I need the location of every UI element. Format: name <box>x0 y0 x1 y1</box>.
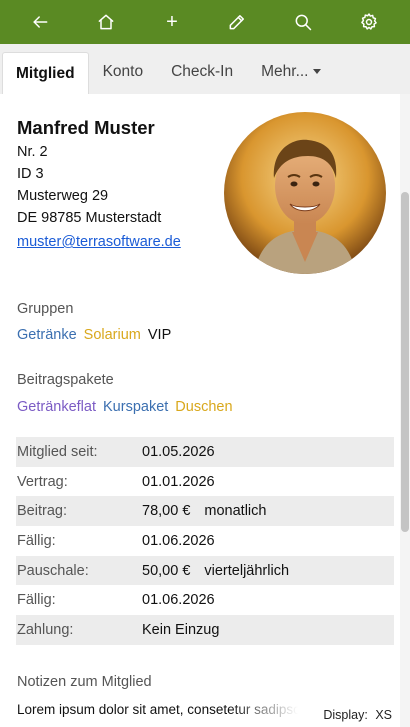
member-avatar <box>224 112 386 274</box>
detail-row: Pauschale: 50,00 € vierteljährlich <box>16 555 394 586</box>
detail-row: Zahlung: Kein Einzug <box>16 615 394 645</box>
package-tag[interactable]: Kurspaket <box>103 399 168 415</box>
detail-interval: monatlich <box>204 503 267 520</box>
tab-label: Konto <box>102 62 144 80</box>
tab-label: Mehr... <box>261 62 309 80</box>
packages-list: Getränkeflat Kurspaket Duschen <box>17 399 233 415</box>
member-detail-panel: Manfred Muster Nr. 2 ID 3 Musterweg 29 D… <box>0 94 400 727</box>
detail-label: Zahlung: <box>17 621 74 638</box>
package-tag[interactable]: Duschen <box>175 399 232 415</box>
detail-label: Vertrag: <box>17 473 68 490</box>
group-tag[interactable]: Getränke <box>17 327 77 343</box>
tab-konto[interactable]: Konto <box>89 52 158 90</box>
detail-label: Beitrag: <box>17 503 67 520</box>
member-street: Musterweg 29 <box>17 188 109 204</box>
group-tag[interactable]: VIP <box>148 327 171 343</box>
settings-gear-icon <box>361 13 377 30</box>
edit-pencil-icon <box>229 15 244 30</box>
detail-row: Beitrag: 78,00 € monatlich <box>16 496 394 527</box>
member-id: ID 3 <box>17 166 44 182</box>
search-icon <box>295 14 312 31</box>
back-arrow-icon <box>33 16 48 28</box>
caret-down-icon <box>312 69 321 74</box>
tab-bar: Mitglied Konto Check-In Mehr... <box>2 52 335 94</box>
tab-check-in[interactable]: Check-In <box>157 52 247 90</box>
display-size-indicator: Display: XS <box>317 707 400 723</box>
member-number: Nr. 2 <box>17 144 48 160</box>
detail-row: Fällig: 01.06.2026 <box>16 526 394 556</box>
search-button[interactable] <box>286 6 320 38</box>
detail-value: 01.01.2026 <box>142 473 215 490</box>
display-value: XS <box>375 708 392 722</box>
tab-label: Mitglied <box>16 64 75 82</box>
detail-row: Vertrag: 01.01.2026 <box>16 467 394 497</box>
packages-title: Beitragspakete <box>17 372 114 388</box>
settings-button[interactable] <box>352 6 386 38</box>
detail-label: Mitglied seit: <box>17 443 98 460</box>
vertical-scrollbar[interactable] <box>400 94 410 727</box>
groups-list: Getränke Solarium VIP <box>17 327 171 343</box>
detail-label: Fällig: <box>17 532 56 549</box>
detail-value: 01.06.2026 <box>142 532 215 549</box>
detail-value: 50,00 € <box>142 562 191 579</box>
detail-label: Fällig: <box>17 592 56 609</box>
member-name: Manfred Muster <box>17 117 155 138</box>
detail-value: 01.06.2026 <box>142 592 215 609</box>
groups-title: Gruppen <box>17 301 74 317</box>
notes-title: Notizen zum Mitglied <box>17 674 152 690</box>
tab-label: Check-In <box>171 62 234 80</box>
tab-mehr-dropdown[interactable]: Mehr... <box>247 52 334 90</box>
detail-value: 78,00 € <box>142 503 191 520</box>
scrollbar-thumb[interactable] <box>401 192 409 532</box>
detail-value: 01.05.2026 <box>142 443 215 460</box>
home-icon <box>98 14 114 30</box>
detail-value: Kein Einzug <box>142 621 220 638</box>
back-button[interactable] <box>23 6 57 38</box>
home-button[interactable] <box>89 6 123 38</box>
member-details-table: Mitglied seit: 01.05.2026 Vertrag: 01.01… <box>16 437 394 645</box>
member-email-link[interactable]: muster@terrasoftware.de <box>17 234 181 250</box>
detail-row: Mitglied seit: 01.05.2026 <box>16 437 394 467</box>
tab-mitglied[interactable]: Mitglied <box>2 52 89 94</box>
package-tag[interactable]: Getränkeflat <box>17 399 96 415</box>
detail-row: Fällig: 01.06.2026 <box>16 585 394 615</box>
member-city: DE 98785 Musterstadt <box>17 210 162 226</box>
detail-label: Pauschale: <box>17 562 89 579</box>
detail-interval: vierteljährlich <box>204 562 290 579</box>
top-toolbar: + <box>0 0 410 44</box>
group-tag[interactable]: Solarium <box>84 327 141 343</box>
display-label: Display: <box>323 708 368 722</box>
edit-button[interactable] <box>220 6 254 38</box>
plus-icon: + <box>166 11 178 33</box>
add-button[interactable]: + <box>155 6 189 38</box>
